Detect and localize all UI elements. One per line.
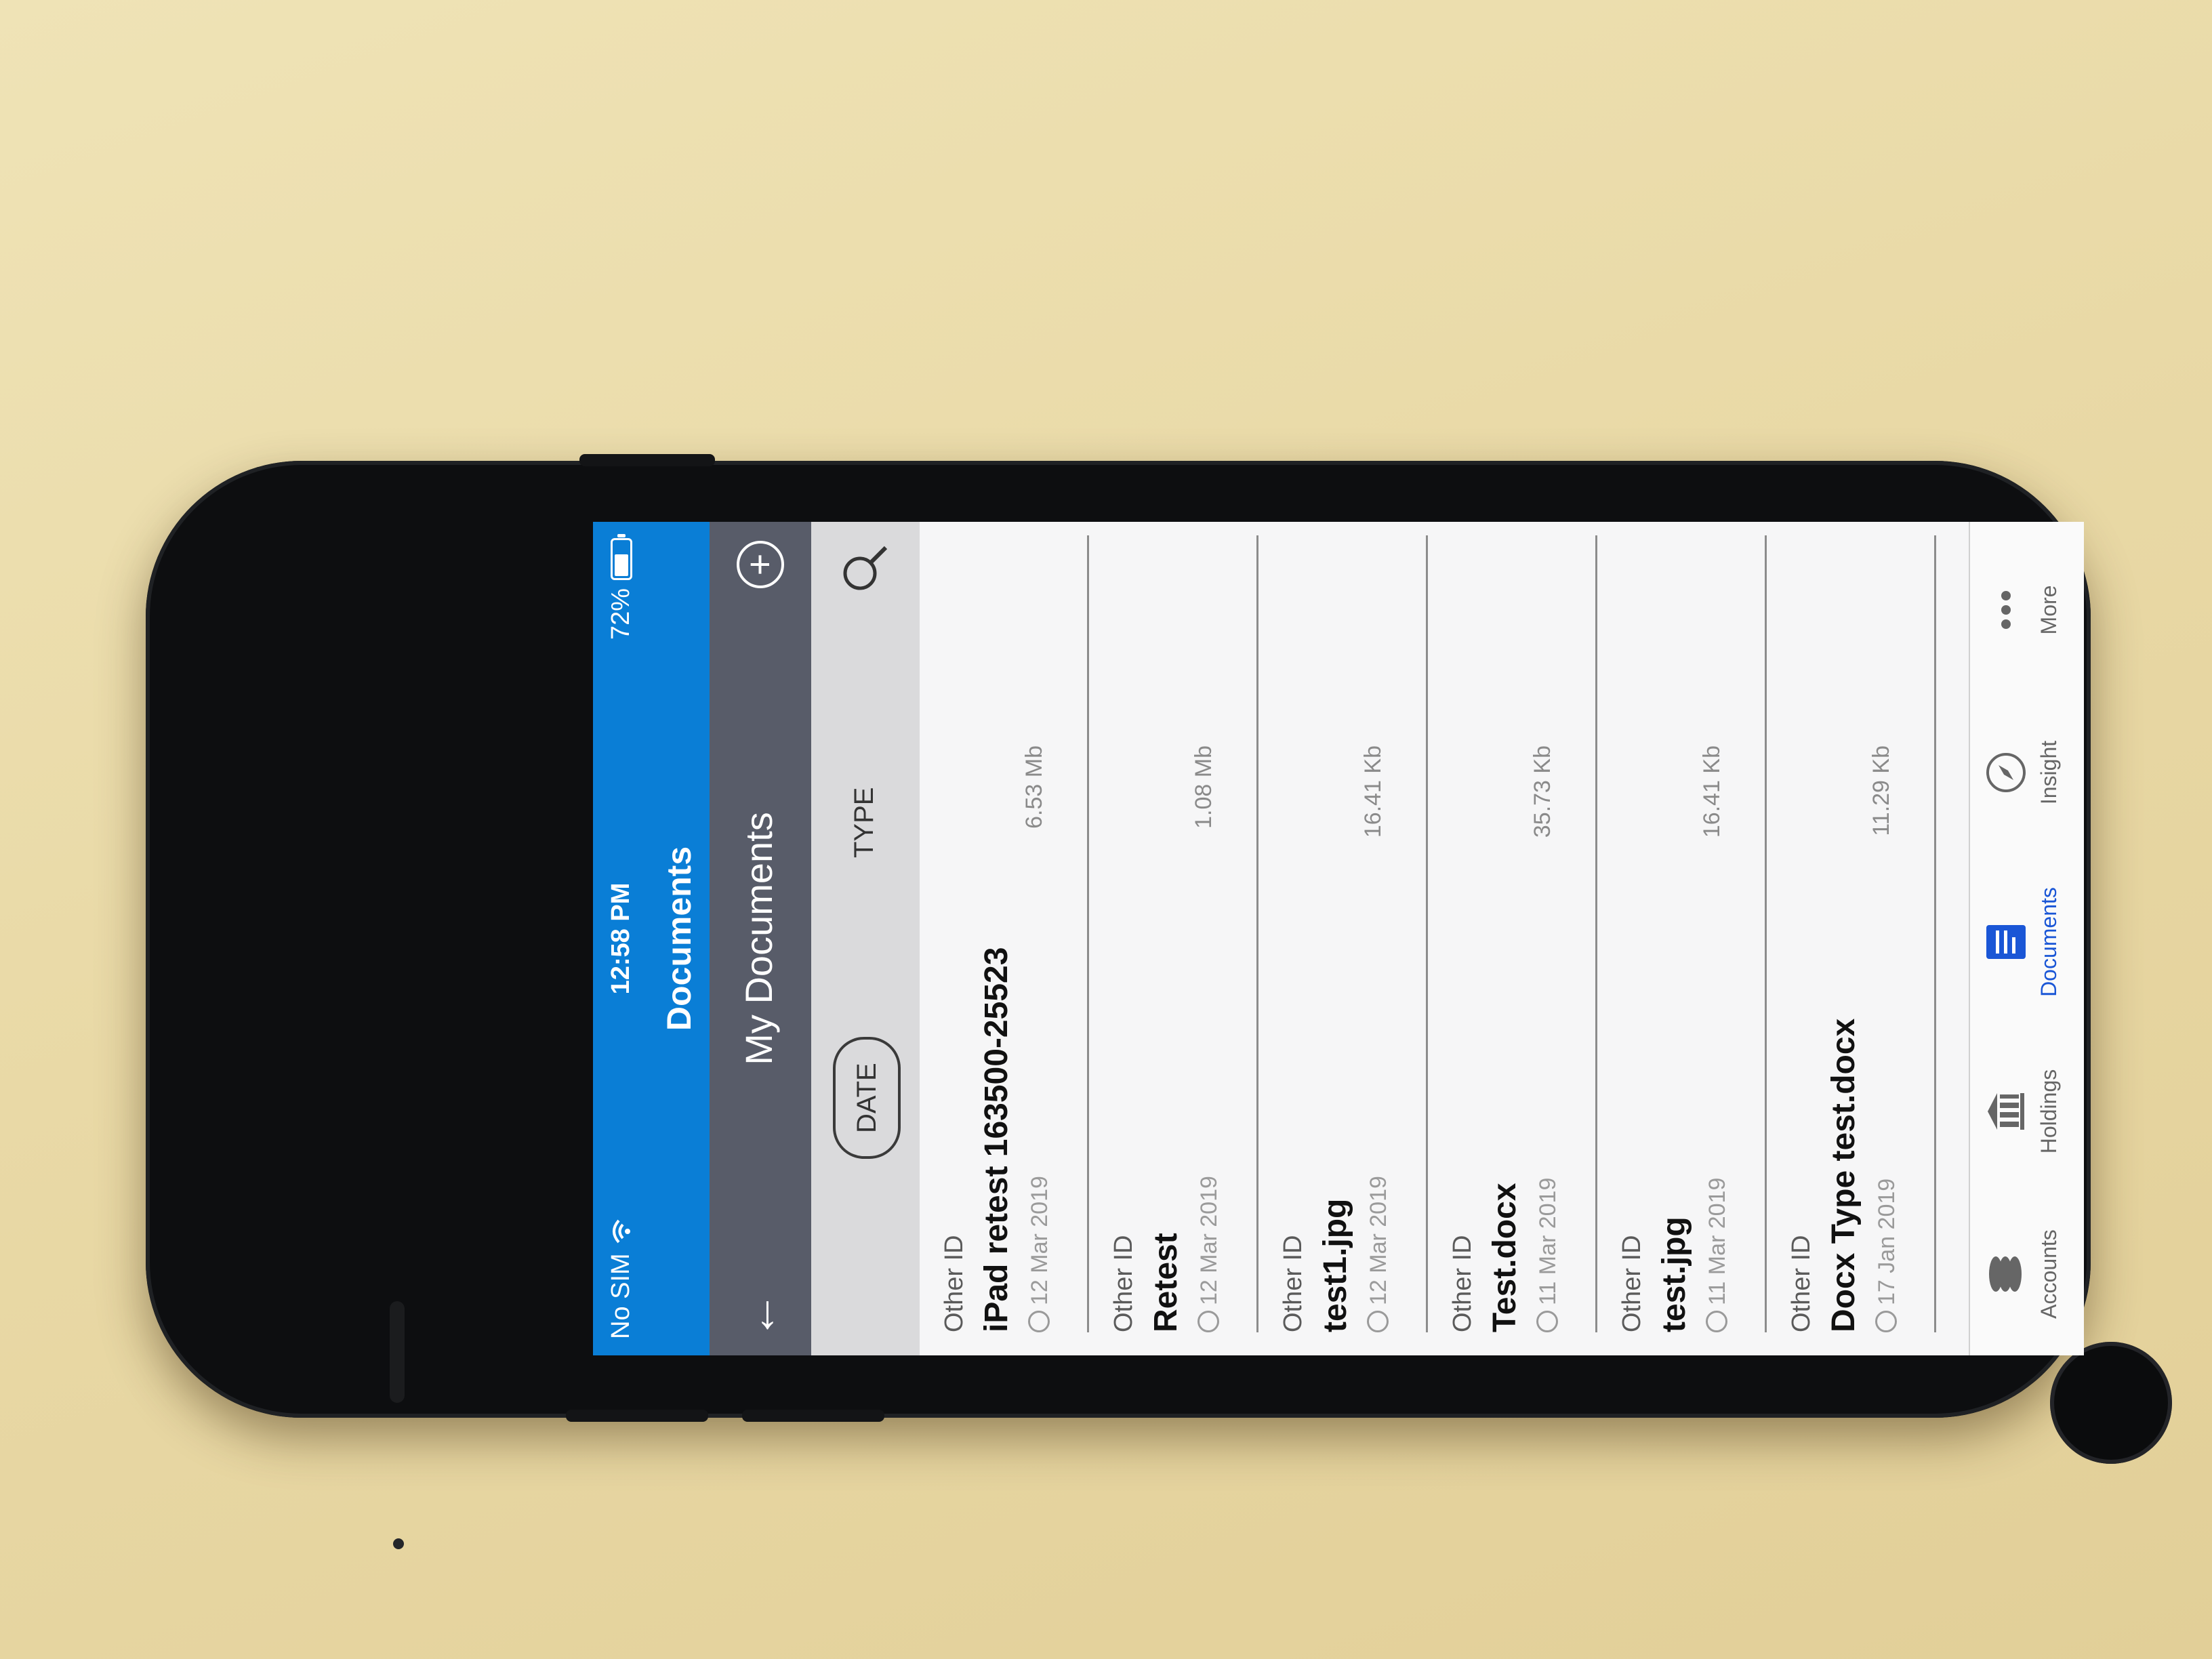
filter-bar: DATE TYPE bbox=[811, 522, 920, 1355]
document-name: Docx Type test.docx bbox=[1826, 1018, 1862, 1332]
document-kind: Other ID bbox=[1618, 1235, 1646, 1332]
home-button[interactable] bbox=[2050, 1342, 2172, 1464]
tab-accounts[interactable]: Accounts bbox=[1982, 1206, 2062, 1342]
list-item[interactable]: Other ID iPad retest 163500-25523 12 Mar 2… bbox=[920, 522, 1089, 1355]
document-name: test1.jpg bbox=[1317, 1198, 1353, 1332]
clock-icon bbox=[1028, 1311, 1050, 1332]
front-camera bbox=[393, 1538, 404, 1549]
subheader-title: My Documents bbox=[737, 812, 780, 1065]
document-list: Other ID iPad retest 163500-25523 12 Mar 2… bbox=[920, 522, 1970, 1355]
status-right: 72% bbox=[607, 538, 636, 640]
page-title: Documents bbox=[649, 522, 710, 1355]
document-date: 17 Jan 2019 bbox=[1874, 1179, 1900, 1332]
tab-label: Holdings bbox=[2036, 1069, 2061, 1154]
document-date-text: 11 Mar 2019 bbox=[1704, 1177, 1730, 1305]
document-name: Test.docx bbox=[1487, 1183, 1523, 1333]
tab-label: Documents bbox=[2036, 887, 2061, 997]
clock-icon bbox=[1875, 1311, 1897, 1332]
document-date: 11 Mar 2019 bbox=[1704, 1178, 1731, 1332]
document-name: Retest bbox=[1148, 1233, 1184, 1332]
status-bar: No SIM 12:58 PM 72% bbox=[593, 522, 649, 1355]
document-kind: Other ID bbox=[1279, 1235, 1307, 1332]
document-size: 16.41 Kb bbox=[1360, 745, 1386, 838]
battery-fill bbox=[614, 554, 628, 576]
clock-icon bbox=[1706, 1311, 1727, 1332]
compass-icon bbox=[1982, 705, 2030, 840]
date-filter-button[interactable]: DATE bbox=[833, 1037, 901, 1159]
document-size: 6.53 Mb bbox=[1021, 745, 1047, 829]
document-date-text: 17 Jan 2019 bbox=[1874, 1178, 1900, 1305]
document-kind: Other ID bbox=[1787, 1235, 1816, 1332]
document-date: 11 Mar 2019 bbox=[1535, 1178, 1561, 1332]
document-name: test.jpg bbox=[1656, 1216, 1692, 1332]
document-date: 12 Mar 2019 bbox=[1366, 1176, 1392, 1332]
tab-insight[interactable]: Insight bbox=[1982, 705, 2062, 840]
document-date-text: 11 Mar 2019 bbox=[1535, 1177, 1561, 1305]
tab-holdings[interactable]: Holdings bbox=[1982, 1044, 2062, 1179]
tab-label: More bbox=[2036, 585, 2061, 635]
clock-icon bbox=[1536, 1311, 1558, 1332]
document-name: iPad retest 163500-25523 bbox=[979, 947, 1015, 1332]
tab-label: Insight bbox=[2036, 740, 2061, 805]
clock-icon bbox=[1197, 1311, 1219, 1332]
list-item[interactable]: Other ID test1.jpg 12 Mar 2019 16.41 Kb bbox=[1258, 522, 1428, 1355]
document-kind: Other ID bbox=[940, 1235, 968, 1332]
tab-label: Accounts bbox=[2036, 1229, 2061, 1319]
battery-icon bbox=[610, 538, 632, 580]
coins-stack-icon bbox=[1982, 1206, 2030, 1342]
status-time: 12:58 PM bbox=[607, 882, 635, 995]
earpiece-speaker bbox=[390, 1301, 405, 1403]
battery-percent: 72% bbox=[607, 588, 635, 640]
tab-more[interactable]: More bbox=[1982, 542, 2062, 678]
document-size: 1.08 Mb bbox=[1191, 745, 1216, 829]
power-button bbox=[566, 1410, 708, 1422]
document-kind: Other ID bbox=[1448, 1235, 1477, 1332]
volume-up-button bbox=[579, 454, 715, 466]
bank-building-icon bbox=[1982, 1044, 2030, 1179]
tab-documents[interactable]: Documents bbox=[1982, 874, 2062, 1010]
document-date: 12 Mar 2019 bbox=[1027, 1176, 1053, 1332]
document-kind: Other ID bbox=[1109, 1235, 1138, 1332]
search-icon[interactable] bbox=[837, 542, 891, 596]
list-item[interactable]: Other ID test.jpg 11 Mar 2019 16.41 Kb bbox=[1597, 522, 1767, 1355]
document-list-icon bbox=[1982, 874, 2030, 1010]
clock-icon bbox=[1367, 1311, 1389, 1332]
document-size: 16.41 Kb bbox=[1699, 745, 1725, 838]
document-date-text: 12 Mar 2019 bbox=[1196, 1176, 1222, 1305]
document-date-text: 12 Mar 2019 bbox=[1027, 1176, 1052, 1305]
app-screen: No SIM 12:58 PM 72% Documents ← My Docum… bbox=[593, 522, 2084, 1355]
more-dots-icon bbox=[1982, 542, 2030, 678]
document-size: 11.29 Kb bbox=[1868, 745, 1894, 836]
list-item[interactable]: Other ID Docx Type test.docx 17 Jan 2019 11… bbox=[1767, 522, 1936, 1355]
list-item[interactable]: Other ID Retest 12 Mar 2019 1.08 Mb bbox=[1089, 522, 1258, 1355]
subheader: ← My Documents + bbox=[710, 522, 811, 1355]
divider bbox=[1934, 535, 1936, 1332]
tab-bar: Accounts Holdings Documents Insight More bbox=[1969, 522, 2084, 1355]
document-size: 35.73 Kb bbox=[1530, 745, 1555, 838]
volume-down-button bbox=[742, 1410, 884, 1422]
type-filter-button[interactable]: TYPE bbox=[833, 764, 895, 881]
list-item[interactable]: Other ID Test.docx 11 Mar 2019 35.73 Kb bbox=[1428, 522, 1597, 1355]
document-date-text: 12 Mar 2019 bbox=[1366, 1176, 1391, 1305]
document-date: 12 Mar 2019 bbox=[1196, 1176, 1223, 1332]
add-document-button[interactable]: + bbox=[737, 541, 784, 588]
